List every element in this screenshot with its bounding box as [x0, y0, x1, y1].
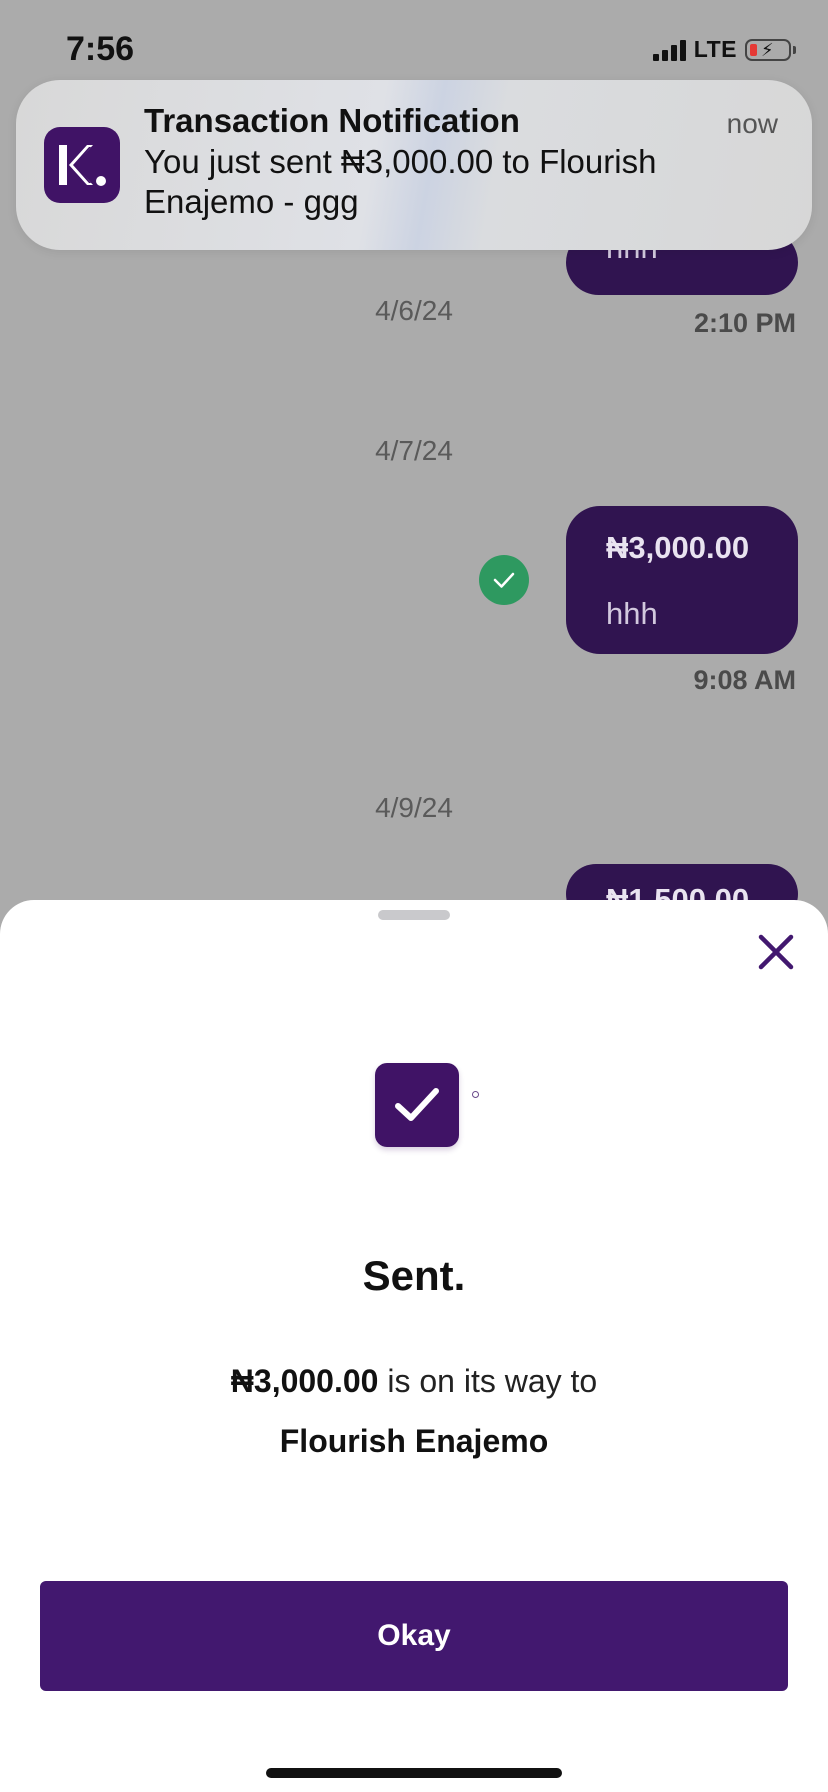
- home-indicator[interactable]: [266, 1768, 562, 1778]
- close-button[interactable]: [754, 930, 798, 974]
- notification-time: now: [726, 108, 778, 139]
- check-circle-icon: [479, 555, 529, 605]
- message-bubble[interactable]: ₦3,000.00 hhh: [566, 506, 798, 654]
- sent-message: ₦3,000.00 is on its way to: [0, 1363, 828, 1400]
- status-icons: LTE ⚡: [652, 36, 796, 63]
- sent-title: Sent.: [362, 1252, 466, 1299]
- checkmark-icon: [375, 1063, 459, 1147]
- battery-icon: ⚡: [745, 38, 791, 61]
- recipient-name: Flourish Enajemo: [279, 1423, 549, 1459]
- message-note: hhh: [606, 596, 658, 631]
- screen: 7:56 LTE ⚡ hhh 2:10 PM 4/6/24 4/7/24 ₦3,…: [0, 0, 828, 1792]
- close-icon: [758, 934, 794, 970]
- sheet-grabber[interactable]: [378, 910, 450, 920]
- date-separator: 4/6/24: [375, 295, 453, 326]
- notification-title: Transaction Notification: [144, 102, 520, 139]
- status-time: 7:56: [66, 30, 135, 68]
- sent-message-text: is on its way to: [378, 1363, 598, 1399]
- decorative-dot: [472, 1091, 479, 1098]
- sent-amount: ₦3,000.00: [230, 1363, 379, 1399]
- message-time: 9:08 AM: [693, 665, 796, 695]
- date-separator: 4/9/24: [375, 792, 453, 823]
- notification-body: You just sent ₦3,000.00 to Flourish Enaj…: [144, 143, 657, 220]
- battery-cap: [793, 45, 796, 54]
- message-amount: ₦3,000.00: [606, 530, 750, 565]
- network-label: LTE: [693, 36, 737, 62]
- success-sheet: Sent. ₦3,000.00 is on its way to Flouris…: [0, 900, 828, 1792]
- date-separator: 4/7/24: [375, 435, 453, 466]
- okay-button[interactable]: Okay: [40, 1581, 788, 1691]
- notification-banner[interactable]: Transaction Notification now You just se…: [16, 80, 812, 250]
- app-logo-icon: [44, 127, 120, 203]
- signal-icon: [652, 39, 686, 61]
